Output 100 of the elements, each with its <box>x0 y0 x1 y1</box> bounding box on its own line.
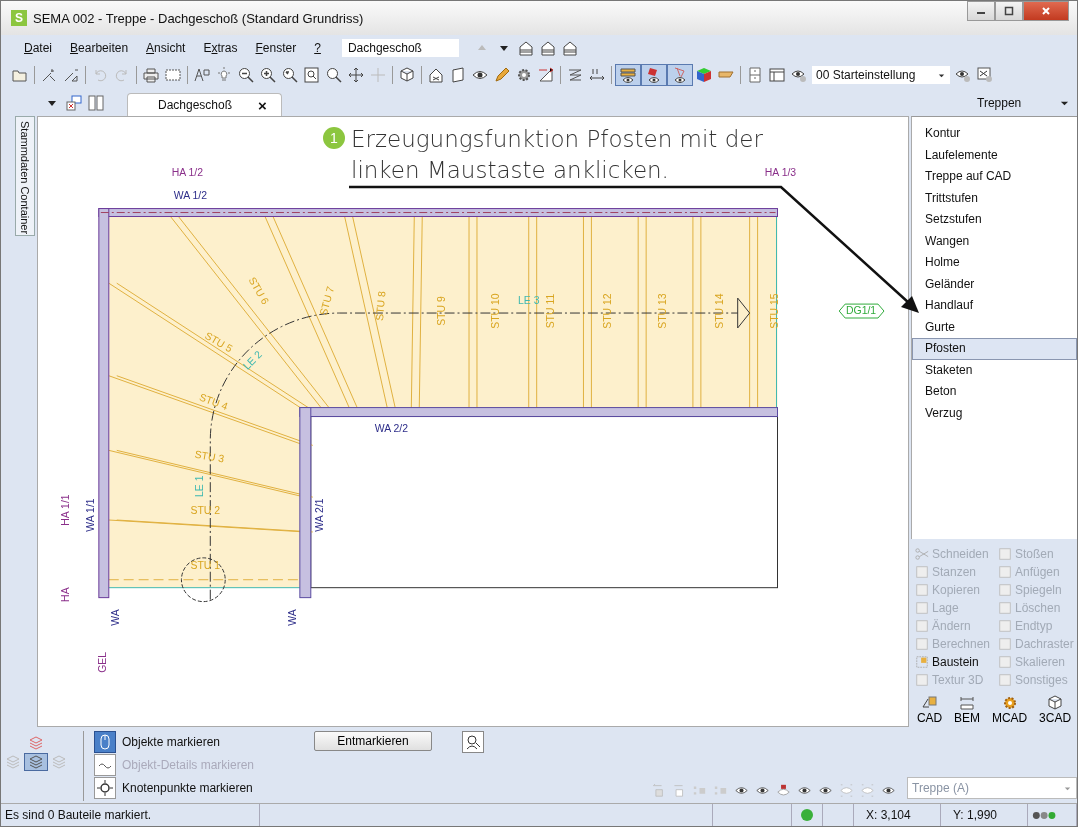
floor-field[interactable]: Dachgeschoß <box>341 39 459 57</box>
view-toggle-button[interactable] <box>641 64 667 86</box>
tab-close-button[interactable]: × <box>258 96 267 114</box>
panel-list-item[interactable]: Treppe auf CAD <box>912 166 1077 188</box>
frame-icon[interactable] <box>165 67 181 83</box>
close-button[interactable] <box>1023 1 1069 21</box>
window-close-icon[interactable] <box>66 94 82 111</box>
drawing-label: WA 2/1 <box>313 498 325 532</box>
eye-icon[interactable] <box>819 784 832 797</box>
zoom-out-icon[interactable] <box>238 67 254 83</box>
module-button[interactable]: MCAD <box>989 695 1030 725</box>
eye-dots-icon[interactable] <box>861 784 874 797</box>
panel-list-item[interactable]: Holme <box>912 252 1077 274</box>
wand-minus-icon[interactable] <box>63 67 79 83</box>
panel-list-item[interactable]: Pfosten <box>912 338 1077 360</box>
eye-icon <box>620 67 636 83</box>
block-icon <box>915 655 929 669</box>
panel-list-item[interactable]: Laufelemente <box>912 144 1077 166</box>
view-toggle-button[interactable] <box>667 64 693 86</box>
panel-list-item[interactable]: Verzug <box>912 402 1077 424</box>
gear-icon[interactable] <box>516 67 532 83</box>
drawing-label: STU 7 <box>317 285 337 317</box>
house-icon[interactable] <box>428 67 444 83</box>
font-icon[interactable] <box>194 67 210 83</box>
zoom-page-icon[interactable] <box>304 67 320 83</box>
status-light <box>801 809 813 821</box>
module-button[interactable]: CAD <box>914 695 945 725</box>
eye-icon[interactable] <box>798 784 811 797</box>
cabinet-icon[interactable] <box>747 67 763 83</box>
eye-dots-icon[interactable] <box>840 784 853 797</box>
panel-list-item[interactable]: Handlauf <box>912 295 1077 317</box>
eye-icon[interactable] <box>735 784 748 797</box>
menu-item[interactable]: Extras <box>194 41 247 55</box>
menu-item[interactable]: Fenster <box>246 41 306 55</box>
mark-mode-label[interactable]: Objekte markieren <box>122 735 221 749</box>
wall-icon[interactable] <box>450 67 466 83</box>
folder-icon[interactable] <box>12 67 28 83</box>
house-icon[interactable] <box>561 40 578 56</box>
pencil-icon[interactable] <box>494 67 510 83</box>
dxf-icon[interactable] <box>538 67 554 83</box>
panel-list-item[interactable]: Trittstufen <box>912 187 1077 209</box>
panel-header-dropdown[interactable]: Treppen <box>927 94 1077 116</box>
panel-list-item[interactable]: Staketen <box>912 359 1077 381</box>
view-preset-dropdown[interactable]: 00 Starteinstellung <box>812 66 950 84</box>
square-icon <box>998 583 1012 597</box>
down-arrow-icon[interactable] <box>498 43 509 53</box>
eye-gear-icon[interactable] <box>955 67 971 83</box>
drawing-label: STU 3 <box>193 448 225 465</box>
unmark-button[interactable]: Entmarkieren <box>314 731 433 751</box>
panel-list-item[interactable]: Gurte <box>912 316 1077 338</box>
drawing-label: WA <box>286 609 298 626</box>
house-icon[interactable] <box>539 40 556 56</box>
bulb-icon[interactable] <box>216 67 232 83</box>
panel-list-item[interactable]: Geländer <box>912 273 1077 295</box>
tool-button[interactable]: Baustein <box>911 653 994 671</box>
split-view-icon[interactable] <box>88 94 104 111</box>
document-tab[interactable]: Dachgeschoß × <box>127 93 282 116</box>
drawing-label: STU 15 <box>769 293 781 329</box>
minimize-button[interactable] <box>967 1 995 21</box>
cad-icon <box>921 695 938 711</box>
status-dots-icon <box>1032 810 1058 820</box>
side-tab[interactable]: Stammdaten Container <box>15 116 35 236</box>
person-search-button[interactable] <box>462 731 485 753</box>
panel-list-item[interactable]: Beton <box>912 381 1077 403</box>
color-cube-icon[interactable] <box>696 67 712 83</box>
panel-list-item[interactable]: Kontur <box>912 123 1077 145</box>
mark-mode-label[interactable]: Knotenpunkte markieren <box>122 781 253 795</box>
house-icon[interactable] <box>517 40 534 56</box>
panel-list-item[interactable]: Setzstufen <box>912 209 1077 231</box>
window-icon[interactable] <box>769 67 785 83</box>
menu-item[interactable]: ? <box>305 41 330 55</box>
eye-icon[interactable] <box>756 784 769 797</box>
maximize-button[interactable] <box>995 1 1023 21</box>
square-icon <box>915 583 929 597</box>
menu-item[interactable]: Ansicht <box>137 41 195 55</box>
zoom-in-icon[interactable] <box>260 67 276 83</box>
eye-gear-icon[interactable] <box>791 67 807 83</box>
module-button[interactable]: 3CAD <box>1037 695 1074 725</box>
drawing-label: STU 1 <box>190 559 221 571</box>
cube-icon[interactable] <box>399 67 415 83</box>
ruler-icon[interactable] <box>589 67 605 83</box>
view-toggle-button[interactable] <box>615 64 641 86</box>
move-icon[interactable] <box>348 67 364 83</box>
scissors-gear-icon[interactable] <box>977 67 993 83</box>
eye-icon[interactable] <box>882 784 895 797</box>
square-icon <box>998 655 1012 669</box>
layers-icon[interactable] <box>28 754 44 770</box>
zigzag-icon[interactable] <box>567 67 583 83</box>
panel-list-item[interactable]: Wangen <box>912 230 1077 252</box>
eye-marker-icon[interactable] <box>777 784 790 797</box>
printer-icon[interactable] <box>143 67 159 83</box>
module-button[interactable]: BEM <box>952 695 983 725</box>
wand-icon[interactable] <box>41 67 57 83</box>
menu-item[interactable]: Bearbeiten <box>61 41 138 55</box>
x-coordinate: X: 3,104 <box>854 804 941 826</box>
mark-mode-toggle[interactable] <box>94 731 116 753</box>
mark-mode-toggle[interactable] <box>94 777 116 799</box>
menu-item[interactable]: Datei <box>15 41 62 55</box>
magnifier-icon[interactable] <box>326 67 342 83</box>
drawing-label: WA 2/2 <box>374 423 409 435</box>
